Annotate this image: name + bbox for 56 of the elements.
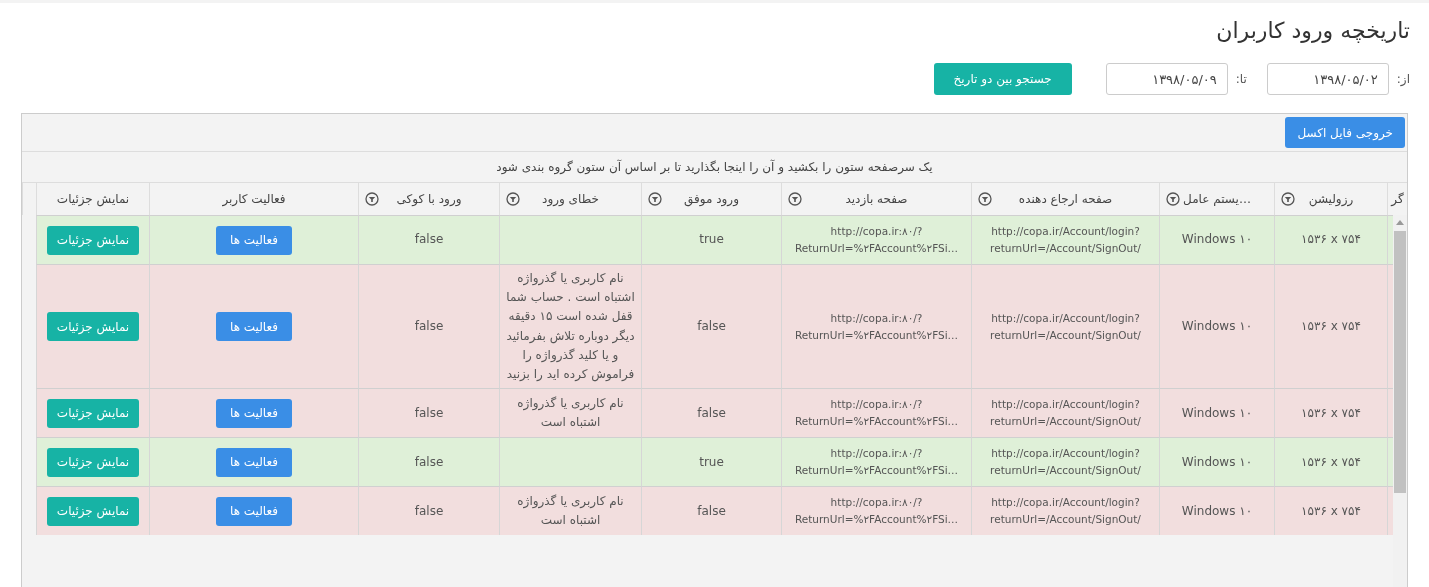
filter-icon[interactable] (506, 192, 520, 206)
table-cell-text: ۱۵۳۶ x ۷۵۴ (1301, 502, 1361, 520)
table-cell-text: Windows ۱۰ (1181, 453, 1253, 471)
table-cell-text: false (414, 231, 444, 249)
table-cell-text: Windows ۱۰ (1181, 502, 1253, 520)
table-cell-text: نام کاربری یا گذرواژه اشتباه است . حساب شما قفل شده است ۱۵ دقیقه دیگر دوباره تلاش بفرمائید و یا کلید گذرواژه را فراموش کرده اید را بزنید (506, 270, 635, 384)
column-header[interactable]: نمایش جزئیات (56, 192, 130, 206)
filter-icon[interactable] (648, 192, 662, 206)
table-cell-text: http://copa.ir:۸۰/? ReturnUrl=%۲FAccount%۲FSi… (793, 224, 960, 256)
filter-icon[interactable] (788, 192, 802, 206)
table-cell-text: http://copa.ir:۸۰/? ReturnUrl=%۲FAccount%۲FSi… (793, 495, 960, 528)
table-cell-text: false (414, 453, 444, 471)
filter-icon[interactable] (978, 192, 992, 206)
to-label: تا: (1235, 72, 1247, 86)
table-cell-text: false (414, 317, 444, 335)
table-cell-text: نام کاربری یا گذرواژه اشتباه است (516, 394, 625, 432)
table-cell-text: false (697, 502, 726, 520)
group-hint: یک سرصفحه ستون را بکشید و آن را اینجا بگذارید تا بر اساس آن ستون گروه بندی شود (496, 160, 933, 174)
page-title: تاریخچه ورود کاربران (1215, 18, 1410, 43)
column-header[interactable]: فعالیت کاربر (222, 192, 286, 206)
column-header[interactable]: ورود با کوکی (396, 192, 462, 206)
table-cell-text: ۱۵۳۶ x ۷۵۴ (1301, 231, 1361, 249)
from-label: از: (1396, 72, 1410, 86)
table-cell-text: http://copa.ir:۸۰/? ReturnUrl=%۲FAccount%۲FSi… (793, 397, 960, 430)
filter-icon[interactable] (1166, 192, 1180, 206)
table-cell-text: Windows ۱۰ (1181, 231, 1253, 249)
table-cell-text: Windows ۱۰ (1181, 317, 1253, 335)
column-header[interactable]: رزولیشن (1308, 192, 1354, 206)
filter-icon[interactable] (1281, 192, 1295, 206)
column-header[interactable]: گر (1391, 192, 1404, 206)
table-cell-text: Windows ۱۰ (1181, 404, 1253, 422)
table-cell-text: false (414, 404, 444, 422)
column-header[interactable]: …یستم عامل (1183, 192, 1251, 206)
table-cell-text: http://copa.ir:۸۰/? ReturnUrl=%۲FAccount%۲FSi… (793, 446, 960, 479)
table-cell-text: true (699, 231, 724, 249)
column-header[interactable]: ورود موفق (684, 192, 739, 206)
table-cell-text: ۱۵۳۶ x ۷۵۴ (1301, 317, 1361, 335)
table-cell-text: http://copa.ir/Account/login? returnUrl=/Account/SignOut/ (989, 446, 1142, 479)
table-cell-text: true (699, 453, 724, 471)
to-date-field[interactable]: ۱۳۹۸/۰۵/۰۹ (1105, 63, 1228, 95)
table-cell-text: false (414, 502, 444, 520)
column-header[interactable]: صفحه بازدید (845, 192, 908, 206)
table-cell-text: false (697, 404, 726, 422)
column-header[interactable]: صفحه ارجاع دهنده (1018, 192, 1113, 206)
table-cell-text: http://copa.ir/Account/login? returnUrl=/Account/SignOut/ (989, 310, 1142, 343)
table-cell-text: http://copa.ir/Account/login? returnUrl=/Account/SignOut/ (989, 397, 1142, 430)
table-cell-text: http://copa.ir/Account/login? returnUrl=/Account/SignOut/ (989, 224, 1142, 256)
from-date-field[interactable]: ۱۳۹۸/۰۵/۰۲ (1266, 63, 1389, 95)
table-cell-text: http://copa.ir/Account/login? returnUrl=/Account/SignOut/ (989, 495, 1142, 528)
column-header[interactable]: خطای ورود (542, 192, 599, 206)
table-cell-text: false (697, 317, 726, 335)
filter-icon[interactable] (365, 192, 379, 206)
table-cell-text: http://copa.ir:۸۰/? ReturnUrl=%۲FAccount%۲FSi… (793, 310, 960, 343)
table-cell-text: ۱۵۳۶ x ۷۵۴ (1301, 404, 1361, 422)
table-cell-text: ۱۵۳۶ x ۷۵۴ (1301, 453, 1361, 471)
table-cell-text: نام کاربری یا گذرواژه اشتباه است (516, 492, 625, 530)
